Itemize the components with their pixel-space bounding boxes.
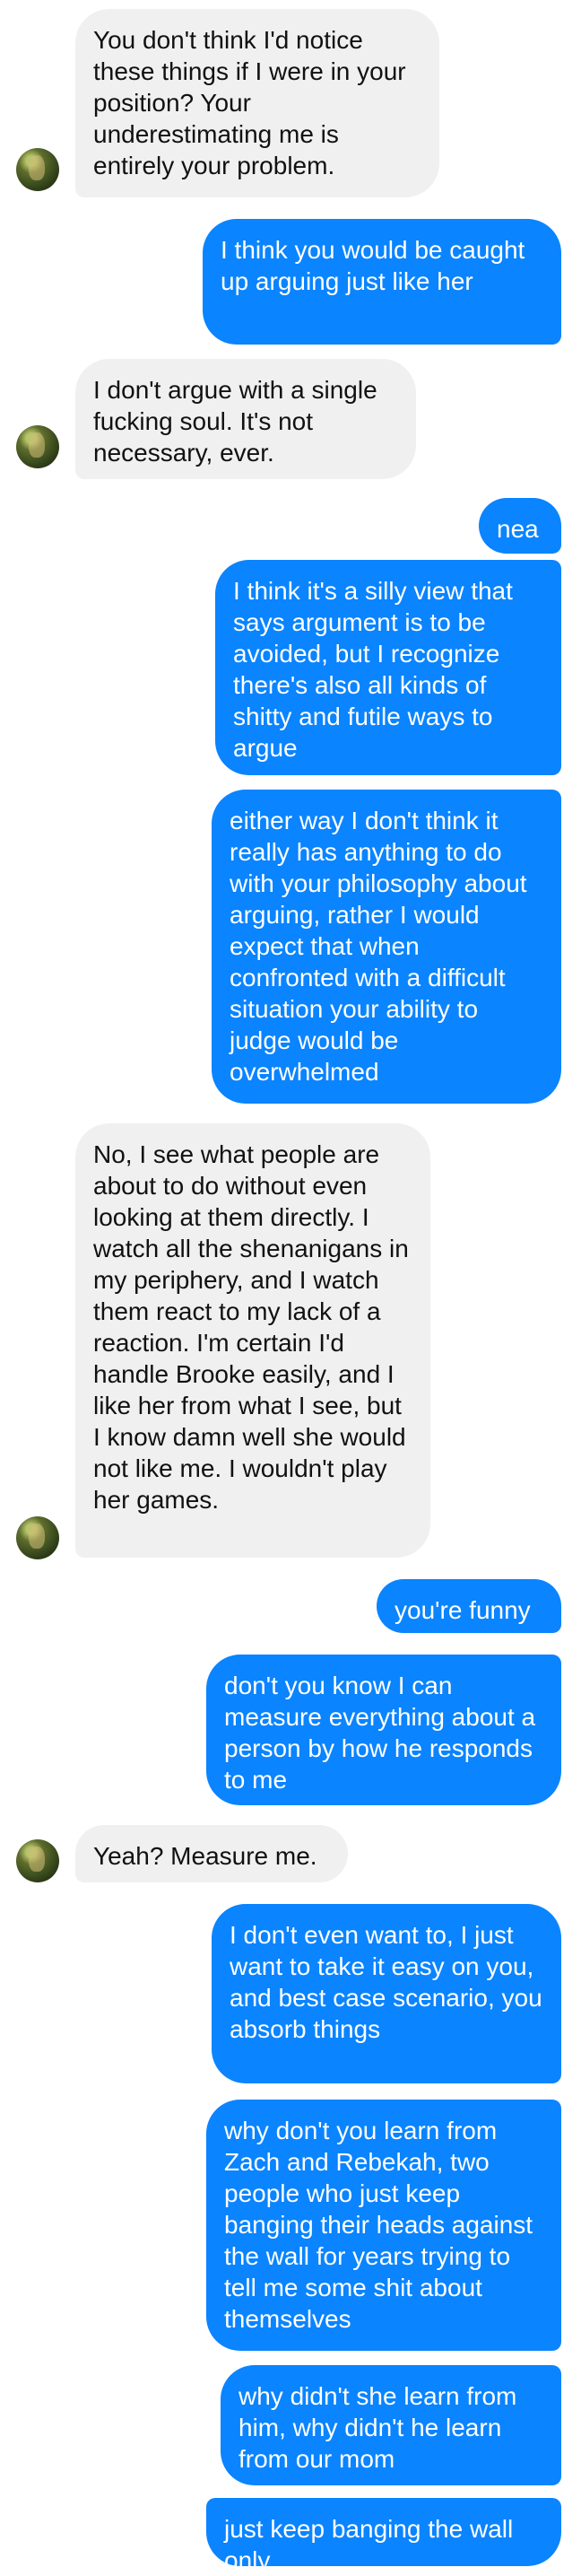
incoming-message-bubble[interactable]: No, I see what people are about to do wi… [75,1123,430,1558]
outgoing-message-row: don't you know I can measure everything … [0,1655,581,1805]
outgoing-message-row: neat [0,498,581,554]
contact-avatar[interactable] [16,425,59,468]
outgoing-message-bubble[interactable]: I don't even want to, I just want to tak… [212,1904,561,2083]
outgoing-message-bubble[interactable]: I think you would be caught up arguing j… [203,219,561,345]
chat-thread: You don't think I'd notice these things … [0,0,581,2574]
outgoing-message-row: I think you would be caught up arguing j… [0,219,581,345]
incoming-message-bubble[interactable]: Yeah? Measure me. [75,1825,348,1882]
contact-avatar[interactable] [16,148,59,191]
outgoing-message-row: either way I don't think it really has a… [0,790,581,1104]
outgoing-message-row: just keep banging the wall only [0,2498,581,2566]
outgoing-message-bubble[interactable]: neat [479,498,561,554]
outgoing-message-row: I don't even want to, I just want to tak… [0,1904,581,2083]
outgoing-message-bubble[interactable]: why didn't she learn from him, why didn'… [221,2365,561,2485]
outgoing-message-bubble[interactable]: either way I don't think it really has a… [212,790,561,1104]
contact-avatar[interactable] [16,1839,59,1882]
incoming-message-bubble[interactable]: You don't think I'd notice these things … [75,9,439,197]
outgoing-message-bubble[interactable]: I think it's a silly view that says argu… [215,560,561,775]
outgoing-message-row: I think it's a silly view that says argu… [0,560,581,775]
incoming-message-row: Yeah? Measure me. [0,1825,581,1882]
outgoing-message-bubble[interactable]: don't you know I can measure everything … [206,1655,561,1805]
incoming-message-row: I don't argue with a single fucking soul… [0,359,581,479]
outgoing-message-bubble[interactable]: you're funny [377,1579,561,1633]
contact-avatar[interactable] [16,1516,59,1559]
incoming-message-row: No, I see what people are about to do wi… [0,1123,581,1558]
incoming-message-bubble[interactable]: I don't argue with a single fucking soul… [75,359,416,479]
incoming-message-row: You don't think I'd notice these things … [0,9,581,197]
outgoing-message-row: you're funny [0,1579,581,1633]
outgoing-message-row: why didn't she learn from him, why didn'… [0,2365,581,2485]
outgoing-message-bubble[interactable]: why don't you learn from Zach and Rebeka… [206,2100,561,2351]
outgoing-message-bubble[interactable]: just keep banging the wall only [206,2498,561,2566]
outgoing-message-row: why don't you learn from Zach and Rebeka… [0,2100,581,2351]
